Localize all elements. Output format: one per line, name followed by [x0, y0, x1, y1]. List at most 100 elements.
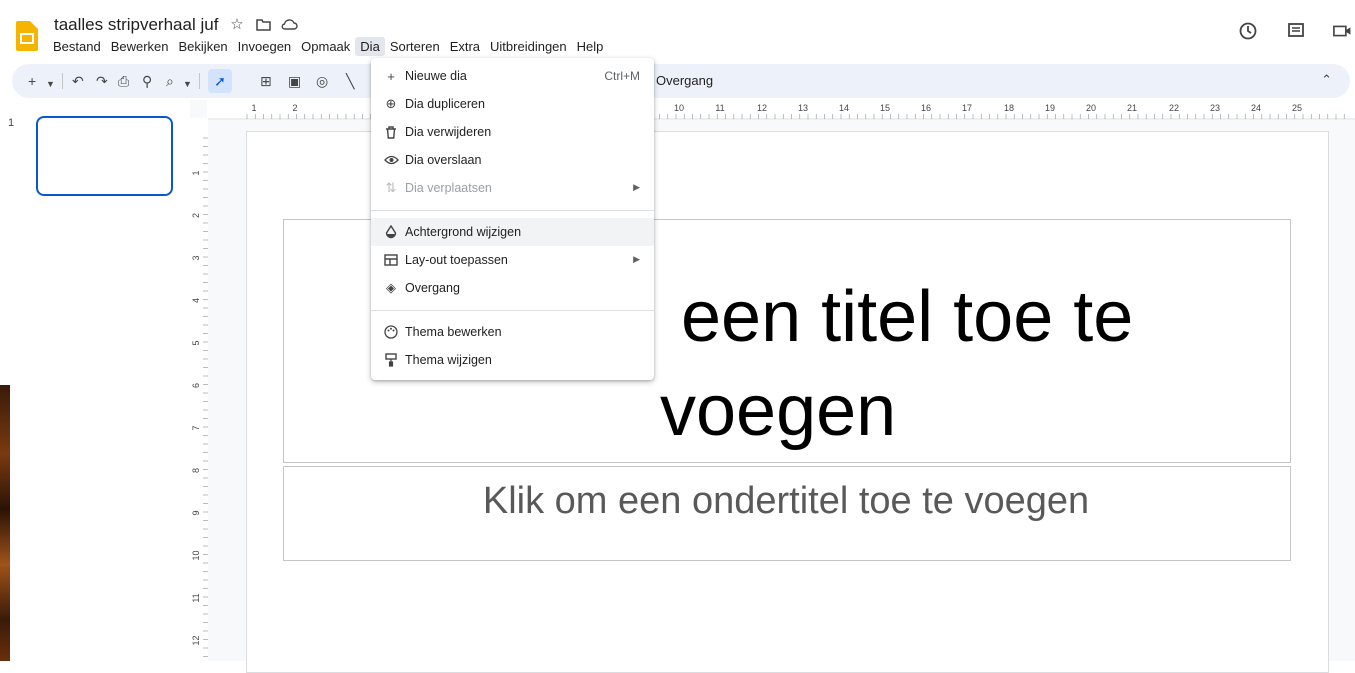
ruler-label: 2 [292, 103, 297, 113]
ruler-label: 2 [191, 213, 201, 218]
ruler-label: 24 [1251, 103, 1261, 113]
desktop-background-strip [0, 385, 10, 661]
menu-item-label: Thema bewerken [405, 325, 502, 339]
eye-icon [383, 152, 399, 168]
zoom-dropdown-icon[interactable]: ▼ [183, 75, 192, 93]
toolbar-divider [199, 73, 200, 89]
menu-divider [371, 210, 654, 211]
menu-item-overgang[interactable]: ◈ Overgang [371, 274, 654, 302]
menu-item-dia-verwijderen[interactable]: Dia verwijderen [371, 118, 654, 146]
ruler-label: 14 [839, 103, 849, 113]
version-history-icon[interactable] [1237, 20, 1259, 42]
ruler-label: 10 [191, 550, 201, 560]
menu-item-label: Dia verwijderen [405, 125, 492, 139]
ruler-label: 5 [191, 340, 201, 345]
ruler-label: 1 [251, 103, 256, 113]
ruler-label: 16 [921, 103, 931, 113]
palette-icon [383, 324, 399, 340]
menu-item-nieuwe-dia[interactable]: + Nieuwe dia Ctrl+M [371, 62, 654, 90]
shape-icon[interactable]: ◎ [316, 72, 328, 90]
dia-menu: + Nieuwe dia Ctrl+M ⊕ Dia dupliceren Dia… [371, 58, 654, 380]
menu-divider [371, 310, 654, 311]
meet-camera-icon[interactable] [1333, 20, 1355, 42]
menu-extra[interactable]: Extra [445, 37, 485, 56]
ruler-label: 21 [1127, 103, 1137, 113]
select-icon[interactable]: ➚ [208, 69, 232, 93]
ruler-label: 1 [191, 170, 201, 175]
ruler-label: 22 [1169, 103, 1179, 113]
move-icon: ⇅ [385, 180, 397, 195]
menu-item-label: Dia verplaatsen [405, 181, 492, 195]
ruler-label: 15 [880, 103, 890, 113]
move-to-folder-icon[interactable] [254, 14, 272, 34]
ruler-label: 23 [1210, 103, 1220, 113]
ruler-label: 9 [191, 510, 201, 515]
trash-icon [383, 124, 399, 140]
dropdown-icon[interactable]: ▼ [46, 75, 55, 93]
ruler-label: 17 [962, 103, 972, 113]
ruler-label: 10 [674, 103, 684, 113]
menu-item-achtergrond-wijzigen[interactable]: Achtergrond wijzigen [371, 218, 654, 246]
ruler-label: 13 [798, 103, 808, 113]
ruler-label: 12 [757, 103, 767, 113]
ruler-label: 6 [191, 383, 201, 388]
menu-item-label: Dia overslaan [405, 153, 482, 167]
redo-icon[interactable]: ↷ [96, 72, 108, 90]
paint-format-icon[interactable]: ⚲ [142, 72, 152, 90]
textbox-icon[interactable]: ⊞ [260, 72, 272, 90]
menu-help[interactable]: Help [572, 37, 609, 56]
ruler-label: 19 [1045, 103, 1055, 113]
vertical-ruler[interactable]: 123456789101112 [190, 118, 208, 661]
slide-thumbnail[interactable] [36, 116, 173, 196]
transition-button[interactable]: Overgang [656, 73, 713, 88]
submenu-arrow-icon: ▶ [633, 254, 640, 264]
ruler-label: 3 [191, 255, 201, 260]
cloud-status-icon[interactable] [280, 14, 298, 34]
slide-number: 1 [8, 117, 15, 129]
undo-icon[interactable]: ↶ [72, 72, 84, 90]
menu-item-dia-verplaatsen[interactable]: ⇅ Dia verplaatsen ▶ [371, 174, 654, 202]
menu-item-dia-dupliceren[interactable]: ⊕ Dia dupliceren [371, 90, 654, 118]
slides-app-icon[interactable] [16, 21, 38, 51]
fill-drop-icon [383, 224, 399, 240]
paint-roller-icon [383, 352, 399, 368]
ruler-label: 12 [191, 635, 201, 645]
menu-bekijken[interactable]: Bekijken [174, 37, 233, 56]
star-icon[interactable]: ☆ [228, 14, 246, 34]
menu-bewerken[interactable]: Bewerken [106, 37, 174, 56]
menu-item-label: Dia dupliceren [405, 97, 485, 111]
menu-item-dia-overslaan[interactable]: Dia overslaan [371, 146, 654, 174]
menu-item-label: Thema wijzigen [405, 353, 492, 367]
menu-item-thema-bewerken[interactable]: Thema bewerken [371, 318, 654, 346]
menu-sorteren[interactable]: Sorteren [385, 37, 445, 56]
menu-opmaak[interactable]: Opmaak [296, 37, 355, 56]
toolbar-divider [62, 73, 63, 89]
menu-dia[interactable]: Dia [355, 37, 385, 56]
ruler-label: 18 [1004, 103, 1014, 113]
layout-icon [383, 252, 399, 268]
ruler-label: 11 [191, 593, 201, 602]
document-title[interactable]: taalles stripverhaal juf [54, 15, 218, 35]
ruler-label: 20 [1086, 103, 1096, 113]
menu-item-thema-wijzigen[interactable]: Thema wijzigen [371, 346, 654, 374]
menu-item-lay-out-toepassen[interactable]: Lay-out toepassen ▶ [371, 246, 654, 274]
menu-bestand[interactable]: Bestand [48, 37, 106, 56]
menu-uitbreidingen[interactable]: Uitbreidingen [485, 37, 572, 56]
collapse-toolbar-icon[interactable]: ⌃ [1321, 72, 1332, 88]
menu-item-label: Nieuwe dia [405, 69, 467, 83]
image-icon[interactable]: ▣ [288, 72, 301, 90]
ruler-label: 11 [715, 103, 724, 113]
menu-invoegen[interactable]: Invoegen [233, 37, 297, 56]
print-icon[interactable]: ⎙ [118, 72, 129, 90]
plus-icon[interactable]: + [28, 72, 36, 90]
comments-icon[interactable] [1285, 20, 1307, 42]
toolbar: + ▼ ↶ ↷ ⎙ ⚲ ⌕ ▼ ➚ ⊞ ▣ ◎ ╲ Overgang ⌃ [12, 64, 1350, 98]
ruler-label: 7 [191, 425, 201, 430]
plus-icon: + [387, 68, 395, 84]
subtitle-text[interactable]: Klik om een ondertitel toe te voegen [284, 480, 1288, 523]
zoom-icon[interactable]: ⌕ [166, 72, 174, 90]
menu-item-label: Achtergrond wijzigen [405, 225, 522, 239]
shortcut-label: Ctrl+M [604, 69, 640, 83]
title-line-2: voegen [660, 371, 897, 451]
line-icon[interactable]: ╲ [346, 72, 354, 90]
